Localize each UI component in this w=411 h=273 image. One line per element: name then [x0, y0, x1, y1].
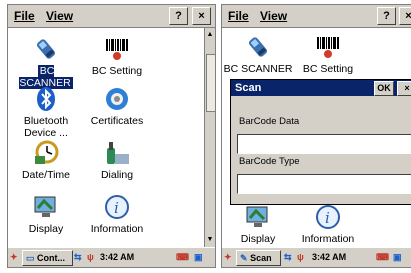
dialog-title: Scan: [235, 82, 262, 94]
scroll-thumb[interactable]: [206, 54, 215, 112]
barcode-data-label: BarCode Data: [239, 116, 300, 127]
scan-window: File View ? × BC SCANNER: [221, 4, 411, 268]
help-button[interactable]: ?: [377, 7, 396, 25]
scroll-up-icon[interactable]: ▲: [205, 30, 215, 40]
scan-dialog: Scan OK × BarCode Data BarCode Type: [230, 79, 411, 205]
item-display[interactable]: Display: [222, 204, 294, 245]
clock-text[interactable]: 3:42 AM: [312, 250, 346, 264]
item-label: Dialing: [100, 169, 134, 181]
dialog-title-bar: Scan OK ×: [231, 80, 411, 96]
item-label: Certificates: [90, 115, 144, 127]
certificate-icon: [103, 86, 131, 112]
item-display[interactable]: Display: [10, 194, 82, 235]
view-menu[interactable]: View: [260, 9, 287, 23]
file-menu[interactable]: File: [14, 9, 35, 23]
item-bc-scanner[interactable]: BC SCANNER: [222, 34, 294, 75]
item-label: Display: [28, 223, 64, 235]
scanner-icon: [32, 36, 60, 62]
item-bc-setting[interactable]: BC Setting: [81, 36, 153, 77]
info-icon: i: [314, 204, 342, 230]
item-label: Information: [90, 223, 144, 235]
vertical-scrollbar[interactable]: ▲ ▼: [204, 28, 215, 247]
svg-text:i: i: [325, 209, 330, 227]
item-information[interactable]: i Information: [81, 194, 153, 235]
task-label: Scan: [250, 253, 272, 263]
ok-button[interactable]: OK: [374, 81, 394, 96]
scanner-task-icon: ✎: [240, 253, 248, 263]
info-icon: i: [103, 194, 131, 220]
menu-bar: File View ? ×: [8, 5, 215, 28]
display-icon: [32, 194, 60, 220]
item-information[interactable]: i Information: [292, 204, 364, 245]
close-button[interactable]: ×: [399, 7, 411, 25]
item-label: Bluetooth Device ...: [23, 115, 69, 139]
tray-keyboard-icon[interactable]: ⌨: [376, 250, 389, 264]
app-icon: ▭: [26, 253, 35, 263]
taskbar: ✦ ✎ Scan ⇆ ψ 3:42 AM ⌨ ▣: [222, 247, 411, 267]
item-label: Display: [240, 233, 276, 245]
item-label: Information: [301, 233, 355, 245]
control-panel-window: File View ? × BC SCANNER BC Setting Blue…: [7, 4, 216, 268]
tray-desktop-icon[interactable]: ▣: [194, 250, 203, 264]
task-label: Cont...: [37, 253, 66, 263]
start-icon[interactable]: ✦: [224, 250, 232, 264]
task-button[interactable]: ▭ Cont...: [22, 250, 73, 266]
barcode-icon: [103, 36, 131, 62]
item-label: BC Setting: [302, 63, 354, 75]
item-bc-setting[interactable]: BC Setting: [292, 34, 364, 75]
view-menu[interactable]: View: [46, 9, 73, 23]
help-button[interactable]: ?: [169, 7, 188, 25]
item-label: Date/Time: [21, 169, 71, 181]
item-label: BC SCANNER: [223, 63, 293, 75]
item-date-time[interactable]: Date/Time: [10, 140, 82, 181]
close-button[interactable]: ×: [192, 7, 211, 25]
start-icon[interactable]: ✦: [10, 250, 18, 264]
file-menu[interactable]: File: [228, 9, 249, 23]
scanner-icon: [244, 34, 272, 60]
dialog-close-button[interactable]: ×: [397, 81, 411, 96]
bluetooth-icon: [32, 86, 60, 112]
display-icon: [244, 204, 272, 230]
task-button[interactable]: ✎ Scan: [236, 250, 281, 266]
scroll-down-icon[interactable]: ▼: [205, 235, 215, 245]
icon-grid: BC SCANNER BC Setting Bluetooth Device .…: [8, 28, 204, 247]
clock-text[interactable]: 3:42 AM: [100, 250, 134, 264]
item-dialing[interactable]: Dialing: [81, 140, 153, 181]
tray-signal-icon[interactable]: ψ: [297, 250, 304, 264]
tray-keyboard-icon[interactable]: ⌨: [176, 250, 189, 264]
svg-text:i: i: [114, 199, 119, 217]
menu-bar: File View ? ×: [222, 5, 411, 28]
barcode-type-label: BarCode Type: [239, 156, 300, 167]
tray-desktop-icon[interactable]: ▣: [393, 250, 402, 264]
clock-icon: [32, 140, 60, 166]
barcode-data-field[interactable]: [237, 134, 411, 154]
tray-signal-icon[interactable]: ψ: [87, 250, 94, 264]
phone-icon: [103, 140, 131, 166]
barcode-type-field[interactable]: [237, 174, 411, 194]
barcode-icon: [314, 34, 342, 60]
item-certificates[interactable]: Certificates: [81, 86, 153, 127]
item-label: BC Setting: [91, 65, 143, 77]
taskbar: ✦ ▭ Cont... ⇆ ψ 3:42 AM ⌨ ▣: [8, 247, 215, 267]
tray-network-icon[interactable]: ⇆: [74, 250, 82, 264]
item-bc-scanner[interactable]: BC SCANNER: [10, 36, 82, 89]
tray-network-icon[interactable]: ⇆: [284, 250, 292, 264]
item-bluetooth[interactable]: Bluetooth Device ...: [10, 86, 82, 139]
